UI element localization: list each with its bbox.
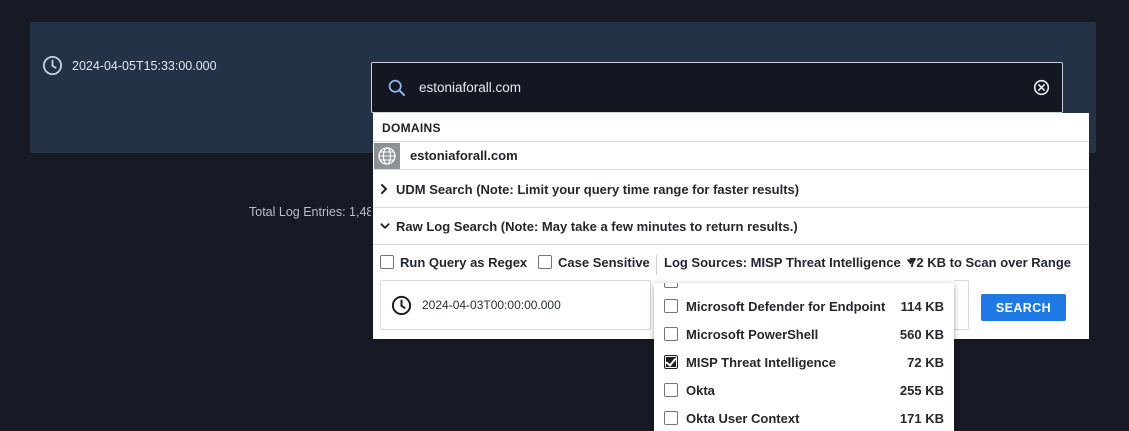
log-source-name: Okta User Context (686, 410, 800, 426)
end-time-text: 2024-04-05T15:33:00.000 (72, 58, 217, 73)
regex-label: Run Query as Regex (400, 254, 528, 270)
log-source-size: 560 KB (899, 326, 944, 342)
divider (656, 255, 657, 275)
log-source-name: Okta (686, 382, 715, 398)
log-source-name: Microsoft PowerShell (686, 326, 819, 342)
log-sources-list: Microsoft Defender for Endpoint 114 KB M… (654, 283, 954, 431)
raw-log-search-label: Raw Log Search (Note: May take a few min… (396, 218, 798, 234)
start-time-field[interactable]: 2024-04-03T00:00:00.000 (380, 280, 651, 330)
search-input[interactable] (419, 63, 1019, 112)
log-source-checkbox[interactable] (664, 411, 678, 425)
log-source-item[interactable]: Microsoft PowerShell 560 KB (654, 320, 954, 348)
log-source-checkbox[interactable] (664, 383, 678, 397)
log-source-item[interactable]: Okta 255 KB (654, 376, 954, 404)
clear-icon[interactable] (1033, 79, 1050, 101)
raw-log-options: Run Query as Regex Case Sensitive Log So… (373, 249, 1089, 275)
regex-checkbox[interactable] (380, 255, 394, 269)
log-sources-label: Log Sources: MISP Threat Intelligence (664, 254, 901, 270)
chevron-down-icon (380, 222, 390, 230)
domains-section-header: DOMAINS (382, 121, 441, 135)
regex-option[interactable]: Run Query as Regex (380, 255, 527, 270)
end-time-field[interactable] (954, 280, 969, 330)
log-source-item[interactable]: Microsoft Defender for Endpoint 114 KB (654, 292, 954, 320)
search-icon (388, 79, 406, 102)
log-source-checkbox[interactable] (664, 299, 678, 313)
case-sensitive-checkbox[interactable] (538, 255, 552, 269)
log-source-item[interactable]: Okta User Context 171 KB (654, 404, 954, 431)
case-sensitive-option[interactable]: Case Sensitive (538, 255, 650, 270)
chevron-right-icon (380, 183, 390, 195)
udm-search-option[interactable]: UDM Search (Note: Limit your query time … (373, 171, 1089, 208)
log-sources-select[interactable]: Log Sources: MISP Threat Intelligence (664, 255, 915, 270)
log-source-size: 255 KB (899, 382, 944, 398)
search-button[interactable]: SEARCH (981, 294, 1066, 321)
case-sensitive-label: Case Sensitive (558, 254, 650, 270)
clock-icon (391, 295, 412, 316)
log-source-checkbox[interactable] (664, 327, 678, 341)
total-log-entries: Total Log Entries: 1,48 (249, 205, 371, 219)
globe-icon (374, 142, 400, 169)
udm-search-label: UDM Search (Note: Limit your query time … (396, 181, 800, 197)
scan-info: 72 KB to Scan over Range (909, 254, 1071, 270)
log-source-size: 72 KB (907, 354, 944, 370)
start-time-text: 2024-04-03T00:00:00.000 (422, 298, 561, 312)
log-source-item[interactable]: MISP Threat Intelligence 72 KB (654, 348, 954, 376)
domain-suggestion[interactable]: estoniaforall.com (373, 141, 1089, 170)
clock-icon (42, 55, 63, 76)
log-source-checkbox-checked[interactable] (664, 355, 678, 369)
raw-log-search-option[interactable]: Raw Log Search (Note: May take a few min… (373, 208, 1089, 245)
log-source-size: 114 KB (900, 298, 944, 314)
log-source-name: MISP Threat Intelligence (686, 354, 837, 370)
log-source-name: Microsoft Defender for Endpoint (686, 298, 886, 314)
domain-suggestion-text: estoniaforall.com (410, 148, 518, 163)
search-box (371, 62, 1063, 113)
log-source-size: 171 KB (899, 410, 944, 426)
checkbox-icon (664, 283, 678, 288)
end-time-display[interactable]: 2024-04-05T15:33:00.000 (42, 55, 217, 76)
